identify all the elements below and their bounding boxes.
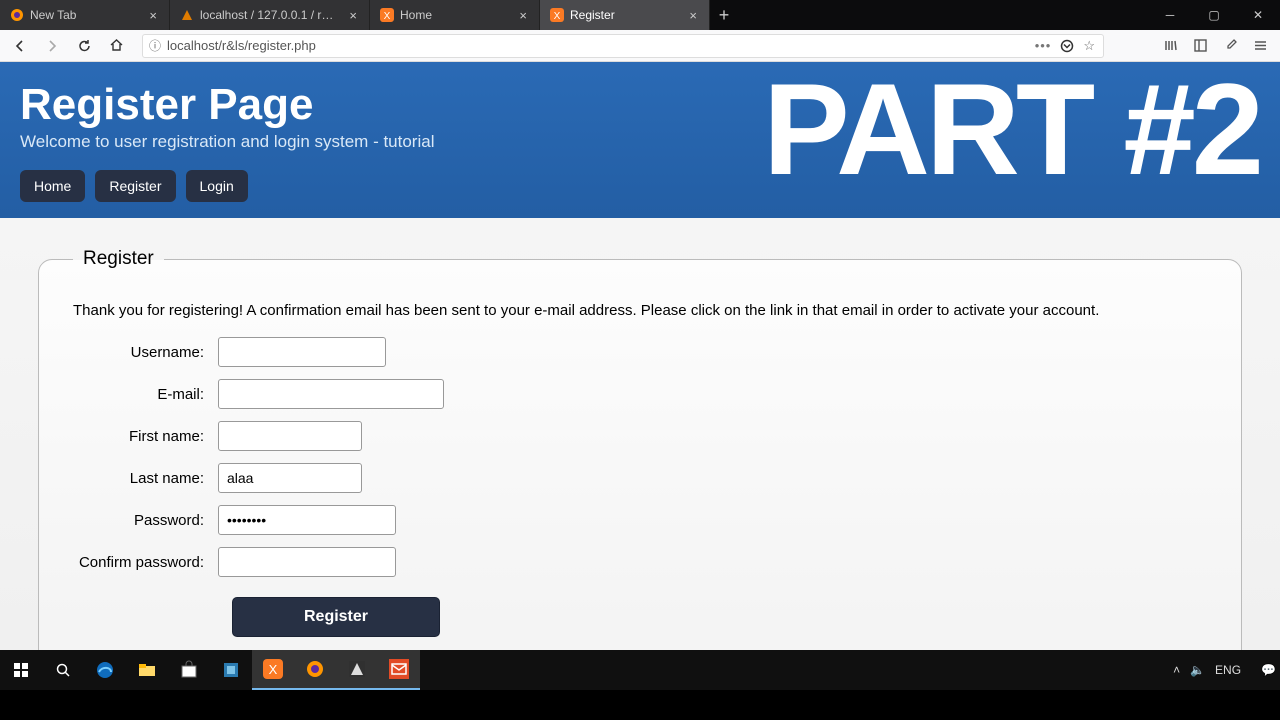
nav-home[interactable]: Home — [20, 170, 85, 202]
xampp-icon: X — [550, 8, 564, 22]
svg-text:X: X — [269, 662, 278, 677]
last-name-label: Last name: — [73, 470, 218, 487]
close-icon[interactable]: × — [687, 8, 699, 23]
username-input[interactable] — [218, 337, 386, 367]
tray-language[interactable]: ENG — [1215, 663, 1241, 677]
password-input[interactable] — [218, 505, 396, 535]
confirm-password-label: Confirm password: — [73, 554, 218, 571]
tab-register[interactable]: X Register × — [540, 0, 710, 30]
register-fieldset: Register Thank you for registering! A co… — [38, 248, 1242, 650]
fieldset-legend: Register — [73, 248, 164, 270]
home-button[interactable] — [102, 32, 130, 60]
phpmyadmin-icon — [180, 8, 194, 22]
password-label: Password: — [73, 512, 218, 529]
confirm-password-input[interactable] — [218, 547, 396, 577]
info-icon: ⓘ — [149, 37, 161, 54]
sidebar-icon[interactable] — [1186, 32, 1214, 60]
tab-label: localhost / 127.0.0.1 / r&ls / us… — [200, 8, 341, 22]
menu-button[interactable] — [1246, 32, 1274, 60]
windows-taskbar: X ˄ 🔈 ENG 💬 — [0, 650, 1280, 690]
tab-label: New Tab — [30, 8, 141, 22]
firefox-icon — [10, 8, 24, 22]
taskbar-app2-icon[interactable] — [336, 650, 378, 690]
window-controls: ─ ▢ ✕ — [1148, 0, 1280, 30]
email-label: E-mail: — [73, 386, 218, 403]
taskbar-mail-icon[interactable] — [378, 650, 420, 690]
reload-button[interactable] — [70, 32, 98, 60]
taskbar-edge-icon[interactable] — [84, 650, 126, 690]
library-icon[interactable] — [1156, 32, 1184, 60]
taskbar-file-explorer-icon[interactable] — [126, 650, 168, 690]
browser-tabstrip: New Tab × localhost / 127.0.0.1 / r&ls /… — [0, 0, 1280, 30]
first-name-input[interactable] — [218, 421, 362, 451]
tray-chevron-icon[interactable]: ˄ — [1173, 663, 1180, 677]
minimize-button[interactable]: ─ — [1148, 0, 1192, 30]
system-tray: ˄ 🔈 ENG 💬 — [1173, 663, 1280, 677]
taskbar-app1-icon[interactable] — [210, 650, 252, 690]
url-bar[interactable]: ⓘ localhost/r&ls/register.php ••• ☆ — [142, 34, 1104, 58]
close-icon[interactable]: × — [147, 8, 159, 23]
start-button[interactable] — [0, 650, 42, 690]
svg-text:X: X — [384, 11, 391, 22]
close-icon[interactable]: × — [347, 8, 359, 23]
nav-register[interactable]: Register — [95, 170, 175, 202]
taskbar-store-icon[interactable] — [168, 650, 210, 690]
tab-home[interactable]: X Home × — [370, 0, 540, 30]
more-icon[interactable]: ••• — [1035, 38, 1052, 53]
browser-toolbar: ⓘ localhost/r&ls/register.php ••• ☆ — [0, 30, 1280, 62]
new-tab-button[interactable]: + — [710, 0, 738, 30]
first-name-label: First name: — [73, 428, 218, 445]
main-content: Register Thank you for registering! A co… — [0, 218, 1280, 650]
back-button[interactable] — [6, 32, 34, 60]
page-header: Register Page Welcome to user registrati… — [0, 62, 1280, 218]
close-icon[interactable]: × — [517, 8, 529, 23]
search-button[interactable] — [42, 650, 84, 690]
tab-label: Home — [400, 8, 511, 22]
eyedropper-icon[interactable] — [1216, 32, 1244, 60]
close-window-button[interactable]: ✕ — [1236, 0, 1280, 30]
taskbar-xampp-icon[interactable]: X — [252, 650, 294, 690]
xampp-icon: X — [380, 8, 394, 22]
maximize-button[interactable]: ▢ — [1192, 0, 1236, 30]
tray-notifications-icon[interactable]: 💬 — [1261, 663, 1276, 677]
register-button[interactable]: Register — [232, 597, 440, 637]
tray-volume-icon[interactable]: 🔈 — [1190, 663, 1205, 677]
last-name-input[interactable] — [218, 463, 362, 493]
page-viewport: Register Page Welcome to user registrati… — [0, 62, 1280, 650]
bookmark-icon[interactable]: ☆ — [1083, 38, 1095, 54]
forward-button[interactable] — [38, 32, 66, 60]
reader-icon[interactable] — [1053, 38, 1081, 54]
tab-phpmyadmin[interactable]: localhost / 127.0.0.1 / r&ls / us… × — [170, 0, 370, 30]
tab-new-tab[interactable]: New Tab × — [0, 0, 170, 30]
nav-login[interactable]: Login — [186, 170, 248, 202]
tab-label: Register — [570, 8, 681, 22]
taskbar-firefox-icon[interactable] — [294, 650, 336, 690]
svg-text:X: X — [554, 11, 561, 22]
username-label: Username: — [73, 344, 218, 361]
confirmation-message: Thank you for registering! A confirmatio… — [73, 302, 1207, 319]
url-text: localhost/r&ls/register.php — [167, 38, 316, 53]
overlay-text: PART #2 — [763, 62, 1260, 204]
email-input[interactable] — [218, 379, 444, 409]
